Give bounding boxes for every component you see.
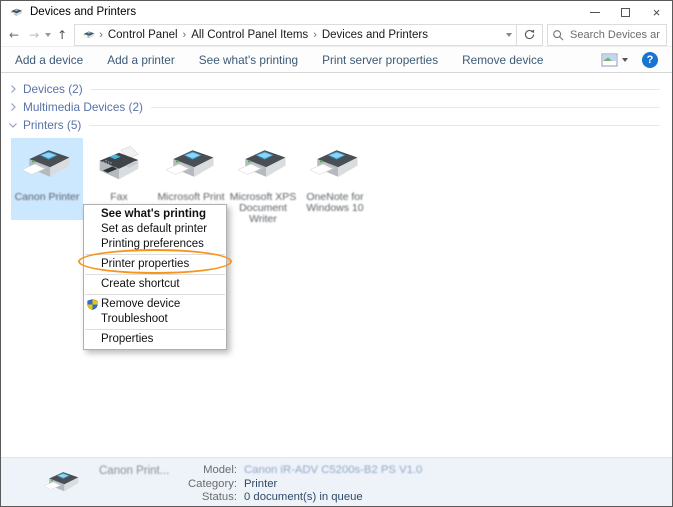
maximize-button[interactable] xyxy=(610,2,641,23)
menu-separator xyxy=(85,294,225,295)
menu-item-see-whats-printing[interactable]: See what's printing xyxy=(84,207,226,222)
category-value: Printer xyxy=(244,478,422,492)
group-label: Multimedia Devices (2) xyxy=(23,100,143,114)
printer-label: Canon Printer xyxy=(11,192,83,203)
close-button[interactable]: × xyxy=(641,2,672,23)
group-label: Devices (2) xyxy=(23,82,83,96)
back-button[interactable]: ← xyxy=(5,28,23,42)
printer-icon xyxy=(234,141,292,187)
window-title: Devices and Printers xyxy=(30,6,579,18)
group-divider xyxy=(89,125,660,126)
selected-printer-name: Canon Print... xyxy=(99,465,177,477)
command-toolbar: Add a device Add a printer See what's pr… xyxy=(1,47,672,73)
status-label: Status: xyxy=(179,491,237,505)
devices-and-printers-window: Devices and Printers × ← → ↑ › Control P… xyxy=(0,0,673,507)
printer-label: Fax xyxy=(83,192,155,203)
model-value: Canon iR-ADV C5200s-B2 PS V1.0 xyxy=(244,464,422,478)
selected-printer-icon xyxy=(41,465,83,499)
chevron-right-icon xyxy=(8,84,18,94)
nav-history-chevron-icon[interactable] xyxy=(45,33,51,37)
menu-item-printer-properties[interactable]: Printer properties xyxy=(84,257,226,272)
search-box xyxy=(547,24,667,46)
menu-item-set-as-default-printer[interactable]: Set as default printer xyxy=(84,222,226,237)
group-header-printers[interactable]: Printers (5) xyxy=(1,116,672,134)
up-button[interactable]: ↑ xyxy=(53,28,71,42)
menu-separator xyxy=(85,274,225,275)
address-bar: ← → ↑ › Control Panel › All Control Pane… xyxy=(1,23,672,47)
group-divider xyxy=(91,89,660,90)
chevron-right-icon xyxy=(8,102,18,112)
menu-item-properties[interactable]: Properties xyxy=(84,332,226,347)
menu-separator xyxy=(85,254,225,255)
remove-device-button[interactable]: Remove device xyxy=(462,53,543,67)
minimize-button[interactable] xyxy=(579,2,610,23)
menu-item-troubleshoot[interactable]: Troubleshoot xyxy=(84,312,226,327)
details-grid: Model: Canon iR-ADV C5200s-B2 PS V1.0 Ca… xyxy=(179,464,422,505)
printer-label: OneNote forWindows 10 xyxy=(299,192,371,214)
details-pane: Canon Print... Model: Canon iR-ADV C5200… xyxy=(1,457,672,506)
menu-item-printing-preferences[interactable]: Printing preferences xyxy=(84,237,226,252)
breadcrumb-separator: › xyxy=(310,29,320,41)
model-label: Model: xyxy=(179,464,237,478)
printer-context-menu: See what's printing Set as default print… xyxy=(83,204,227,350)
title-bar: Devices and Printers × xyxy=(1,1,672,23)
chevron-down-icon xyxy=(8,120,18,130)
help-button[interactable]: ? xyxy=(642,52,658,68)
search-input[interactable] xyxy=(568,28,662,42)
group-header-multimedia-devices[interactable]: Multimedia Devices (2) xyxy=(1,98,672,116)
refresh-icon xyxy=(523,28,536,41)
breadcrumb-separator: › xyxy=(96,29,106,41)
group-header-devices[interactable]: Devices (2) xyxy=(1,80,672,98)
menu-separator xyxy=(85,329,225,330)
printer-label: Microsoft XPSDocument Writer xyxy=(227,192,299,225)
menu-item-create-shortcut[interactable]: Create shortcut xyxy=(84,277,226,292)
category-label: Category: xyxy=(179,478,237,492)
status-value: 0 document(s) in queue xyxy=(244,491,422,505)
add-a-printer-button[interactable]: Add a printer xyxy=(107,53,175,67)
uac-shield-icon xyxy=(87,299,98,310)
fax-machine-icon xyxy=(90,141,148,187)
close-icon: × xyxy=(653,5,661,20)
address-dropdown-chevron-icon[interactable] xyxy=(506,33,512,37)
view-dropdown-chevron-icon xyxy=(622,58,628,62)
breadcrumb: › Control Panel › All Control Panel Item… xyxy=(74,24,517,46)
menu-item-remove-device[interactable]: Remove device xyxy=(84,297,226,312)
printer-icon xyxy=(18,141,76,187)
printer-icon xyxy=(162,141,220,187)
search-icon xyxy=(552,29,564,41)
printer-tile-onenote-for-windows-10[interactable]: OneNote forWindows 10 xyxy=(299,138,371,220)
app-printer-icon xyxy=(8,6,24,19)
print-server-properties-button[interactable]: Print server properties xyxy=(322,53,438,67)
printer-icon xyxy=(306,141,364,187)
forward-button[interactable]: → xyxy=(25,28,43,42)
group-divider xyxy=(151,107,660,108)
add-a-device-button[interactable]: Add a device xyxy=(15,53,83,67)
breadcrumb-devices-and-printers[interactable]: Devices and Printers xyxy=(320,29,430,41)
group-label: Printers (5) xyxy=(23,118,81,132)
breadcrumb-all-control-panel-items[interactable]: All Control Panel Items xyxy=(189,29,310,41)
minimize-icon xyxy=(590,12,600,13)
printer-tile-canon-printer[interactable]: Canon Printer xyxy=(11,138,83,220)
breadcrumb-separator: › xyxy=(180,29,190,41)
breadcrumb-control-panel[interactable]: Control Panel xyxy=(106,29,180,41)
refresh-button[interactable] xyxy=(517,24,543,46)
change-view-button[interactable] xyxy=(601,53,628,67)
printer-tile-microsoft-xps-document-writer[interactable]: Microsoft XPSDocument Writer xyxy=(227,138,299,220)
maximize-icon xyxy=(621,8,630,17)
thumbnail-view-icon xyxy=(601,53,618,67)
question-mark-icon: ? xyxy=(647,54,654,66)
breadcrumb-printer-icon xyxy=(81,29,96,41)
see-whats-printing-button[interactable]: See what's printing xyxy=(199,53,298,67)
